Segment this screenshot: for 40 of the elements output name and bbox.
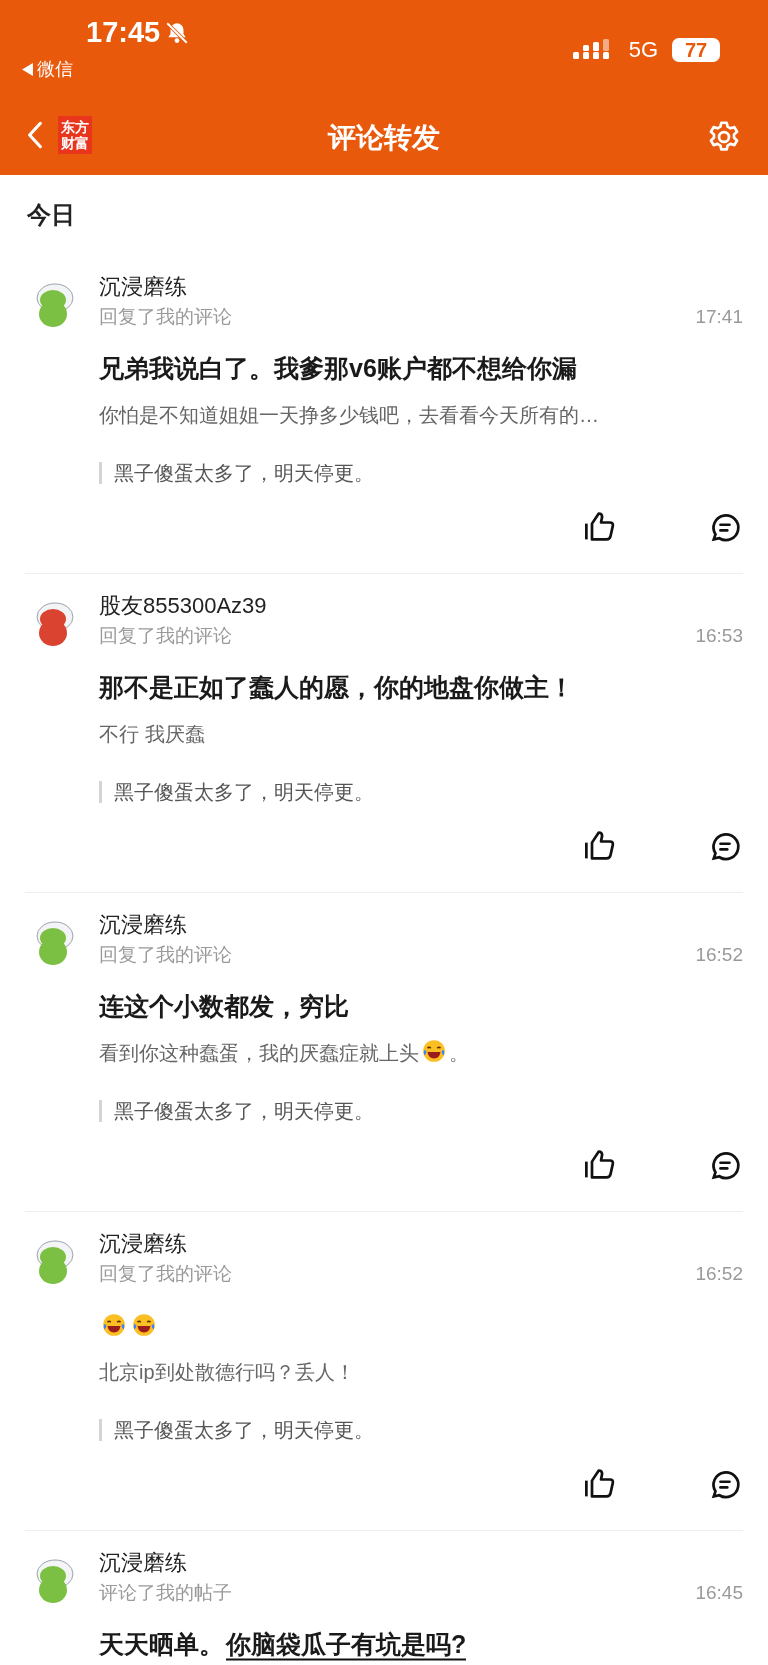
user-name[interactable]: 沉浸磨练 (99, 1229, 187, 1259)
reply-text: 不行 我厌蠢 (99, 722, 205, 747)
reply-text: 看到你这种蠢蛋，我的厌蠢症就上头 。 (99, 1038, 469, 1068)
user-name[interactable]: 沉浸磨练 (99, 910, 187, 940)
back-app-link[interactable]: 微信 (37, 60, 73, 78)
battery-indicator: 77 (672, 38, 720, 62)
section-heading: 今日 (27, 201, 75, 228)
network-label: 5G (628, 39, 658, 61)
laughing-emoji-icon (421, 1038, 447, 1064)
timestamp: 16:52 (695, 943, 743, 967)
user-name[interactable]: 沉浸磨练 (99, 1548, 187, 1578)
quoted-comment: 黑子傻蛋太多了，明天停更。 (114, 1418, 374, 1443)
back-triangle-icon[interactable] (22, 62, 33, 76)
comment-text: 天天晒单。你脑袋瓜子有坑是吗? (99, 1626, 467, 1662)
comment-text: 兄弟我说白了。我爹那v6账户都不想给你漏 (99, 353, 577, 384)
timestamp: 16:45 (695, 1581, 743, 1605)
laughing-emoji-icon (101, 1312, 127, 1338)
timestamp: 16:53 (695, 624, 743, 648)
comment-text: 连这个小数都发，穷比 (99, 991, 349, 1022)
action-label: 回复了我的评论 (99, 624, 232, 648)
reply-text: 你怕是不知道姐姐一天挣多少钱吧，去看看今天所有的… (99, 403, 599, 428)
timestamp: 16:52 (695, 1262, 743, 1286)
action-label: 评论了我的帖子 (99, 1581, 232, 1605)
quoted-comment: 黑子傻蛋太多了，明天停更。 (114, 1099, 374, 1124)
logo-text: 财富 (61, 135, 89, 151)
user-name[interactable]: 股友855300Az39 (99, 591, 267, 621)
comment-text: 那不是正如了蠢人的愿，你的地盘你做主！ (99, 672, 574, 703)
action-label: 回复了我的评论 (99, 1262, 232, 1286)
user-name[interactable]: 沉浸磨练 (99, 272, 187, 302)
page-title: 评论转发 (328, 120, 440, 155)
quoted-comment: 黑子傻蛋太多了，明天停更。 (114, 461, 374, 486)
laughing-emoji-icon (131, 1312, 157, 1338)
reply-text: 北京ip到处散德行吗？丢人！ (99, 1360, 355, 1385)
logo-text: 东方 (61, 119, 89, 135)
action-label: 回复了我的评论 (99, 943, 232, 967)
clock-time: 17:45 (86, 18, 161, 47)
timestamp: 17:41 (695, 305, 743, 329)
action-label: 回复了我的评论 (99, 305, 232, 329)
quoted-comment: 黑子傻蛋太多了，明天停更。 (114, 780, 374, 805)
back-icon[interactable] (26, 120, 44, 150)
